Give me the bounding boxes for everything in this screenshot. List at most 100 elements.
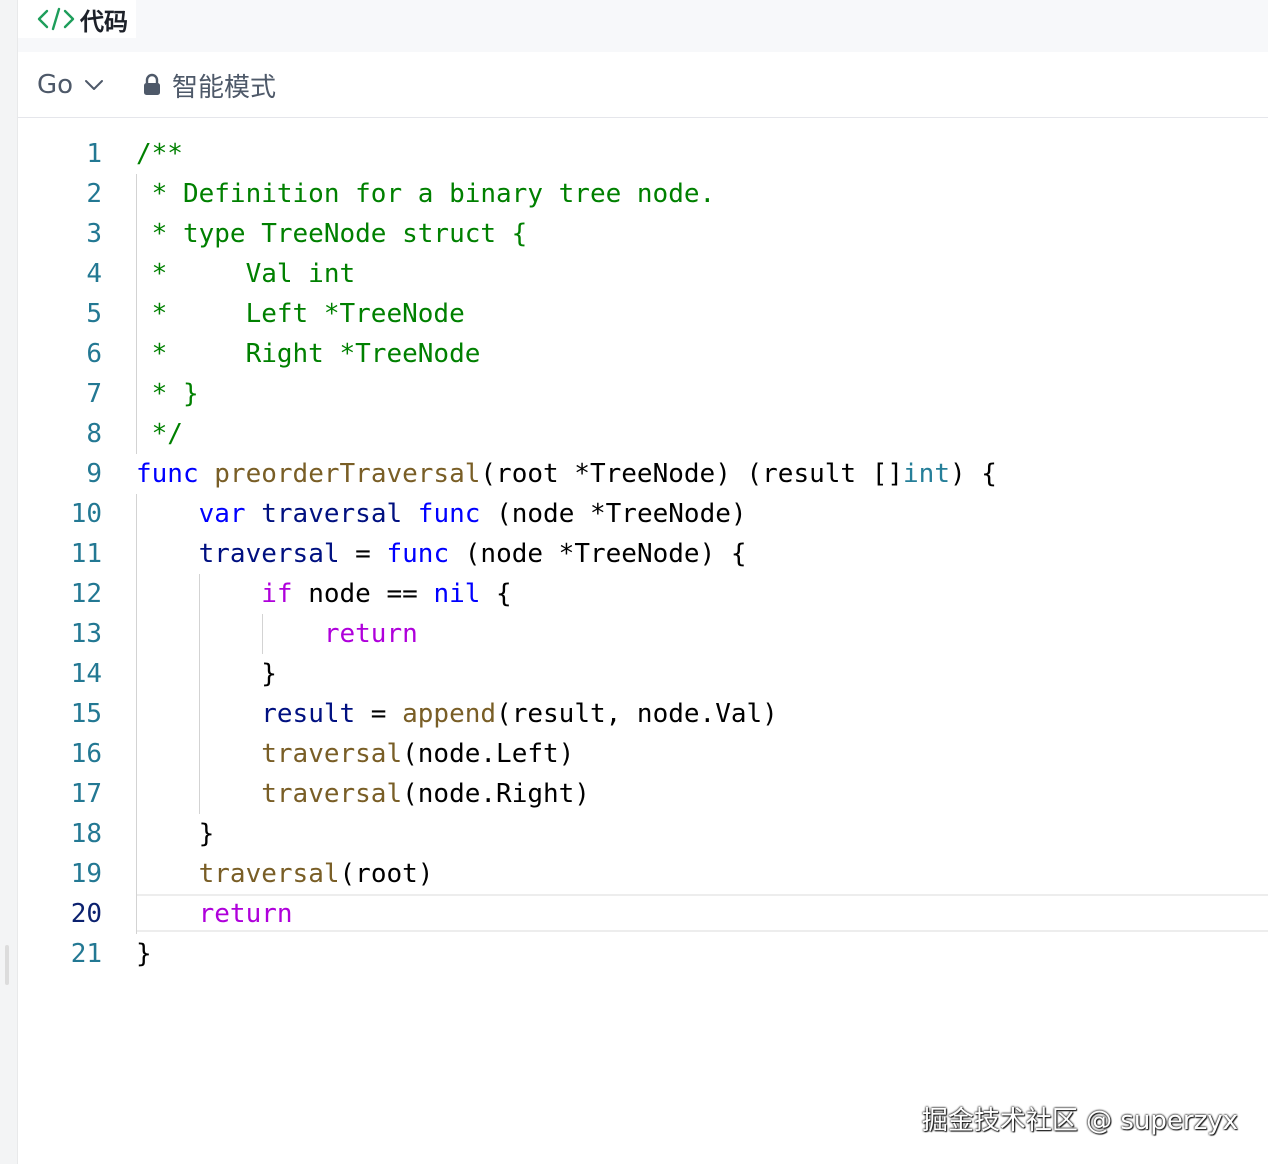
chevron-down-icon	[85, 80, 104, 90]
code-toolbar: Go 智能模式	[18, 52, 1268, 118]
code-line[interactable]: 21}	[18, 934, 1268, 974]
code-token: func	[136, 459, 199, 489]
code-block-window: 代码 Go 智能模式 1 /** 2 * Definition for a bina…	[0, 0, 1268, 1164]
code-token: return	[323, 619, 418, 649]
line-code: * type TreeNode struct {	[136, 214, 528, 254]
code-line[interactable]: 15 result = append(result, node.Val)	[18, 694, 1268, 734]
code-token: }	[136, 819, 215, 849]
code-line[interactable]: 7 * }	[18, 374, 1268, 414]
code-tab[interactable]: 代码	[18, 0, 136, 38]
code-line[interactable]: 5 * Left *TreeNode	[18, 294, 1268, 334]
code-line[interactable]: 3 * type TreeNode struct {	[18, 214, 1268, 254]
code-token: (node.Right)	[402, 779, 590, 809]
lock-icon	[144, 73, 160, 95]
code-line[interactable]: 16 traversal(node.Left)	[18, 734, 1268, 774]
language-label: Go	[37, 70, 74, 100]
line-number: 20	[70, 899, 102, 929]
line-code: * }	[136, 374, 199, 414]
line-number: 8	[86, 419, 102, 449]
code-line[interactable]: 19 traversal(root)	[18, 854, 1268, 894]
code-token: (node *TreeNode)	[480, 499, 747, 529]
left-gutter-strip	[0, 0, 18, 1164]
line-number: 10	[70, 499, 102, 529]
code-token: /**	[136, 139, 183, 169]
resize-handle[interactable]	[5, 945, 9, 985]
title-bar	[18, 0, 1268, 52]
code-token: (root *TreeNode) (result []	[480, 459, 904, 489]
line-number: 14	[70, 659, 102, 689]
code-token: append	[402, 699, 497, 729]
code-line[interactable]: 12 if node == nil {	[18, 574, 1268, 614]
line-number: 2	[86, 179, 102, 209]
code-token: * }	[136, 379, 199, 409]
code-token: (node.Left)	[402, 739, 575, 769]
code-token: =	[339, 539, 387, 569]
code-line[interactable]: 9 func preorderTraversal(root *TreeNode) …	[18, 454, 1268, 494]
code-block-title: 代码	[80, 7, 128, 36]
code-brackets-icon	[37, 7, 75, 31]
line-number: 9	[86, 459, 102, 489]
code-editor[interactable]: 1 /** 2 * Definition for a binary tree nod…	[18, 118, 1268, 1164]
code-token: if	[261, 579, 293, 609]
code-token: * Definition for a binary tree node.	[136, 179, 716, 209]
code-line[interactable]: 10 var traversal func (node *TreeNode)	[18, 494, 1268, 534]
line-code: * Right *TreeNode	[136, 334, 481, 374]
line-code: result = append(result, node.Val)	[136, 694, 778, 734]
code-token: var	[198, 499, 246, 529]
code-token: func	[417, 499, 481, 529]
code-line[interactable]: 13 return	[18, 614, 1268, 654]
code-token: ) {	[950, 459, 997, 489]
line-code: }	[136, 654, 277, 694]
line-code: * Definition for a binary tree node.	[136, 174, 716, 214]
line-number: 7	[86, 379, 102, 409]
code-token: traversal	[198, 539, 340, 569]
code-token: int	[903, 459, 950, 489]
code-token: }	[136, 659, 277, 689]
code-line[interactable]: 1 /**	[18, 134, 1268, 174]
line-code: * Val int	[136, 254, 356, 294]
code-line[interactable]: 20 return	[18, 894, 1268, 934]
line-code: var traversal func (node *TreeNode)	[136, 494, 747, 534]
code-line[interactable]: 6 * Right *TreeNode	[18, 334, 1268, 374]
code-line[interactable]: 11 traversal = func (node *TreeNode) {	[18, 534, 1268, 574]
line-number: 12	[70, 579, 102, 609]
code-token: * Left *TreeNode	[136, 299, 465, 329]
line-number: 11	[70, 539, 102, 569]
language-select[interactable]: Go	[37, 68, 105, 102]
line-code: traversal = func (node *TreeNode) {	[136, 534, 747, 574]
line-code: * Left *TreeNode	[136, 294, 465, 334]
code-token: traversal	[198, 859, 340, 889]
code-token: traversal	[261, 779, 403, 809]
line-number: 5	[86, 299, 102, 329]
code-line[interactable]: 8 */	[18, 414, 1268, 454]
code-token: node ==	[292, 579, 434, 609]
line-code: func preorderTraversal(root *TreeNode) (…	[136, 454, 997, 494]
line-code: /**	[136, 134, 183, 174]
line-code: traversal(node.Right)	[136, 774, 590, 814]
code-token: (root)	[339, 859, 434, 889]
line-number: 13	[70, 619, 102, 649]
code-line[interactable]: 14 }	[18, 654, 1268, 694]
watermark: 掘金技术社区 @ superzyx	[921, 1106, 1238, 1136]
code-token: func	[386, 539, 450, 569]
code-line[interactable]: 2 * Definition for a binary tree node.	[18, 174, 1268, 214]
code-line[interactable]: 17 traversal(node.Right)	[18, 774, 1268, 814]
code-token: nil	[433, 579, 481, 609]
line-number: 1	[86, 139, 102, 169]
code-line[interactable]: 4 * Val int	[18, 254, 1268, 294]
smart-mode-indicator[interactable]: 智能模式	[142, 68, 276, 103]
line-number: 21	[70, 939, 102, 969]
line-number: 6	[86, 339, 102, 369]
code-line[interactable]: 18 }	[18, 814, 1268, 854]
code-token: preorderTraversal	[214, 459, 481, 489]
